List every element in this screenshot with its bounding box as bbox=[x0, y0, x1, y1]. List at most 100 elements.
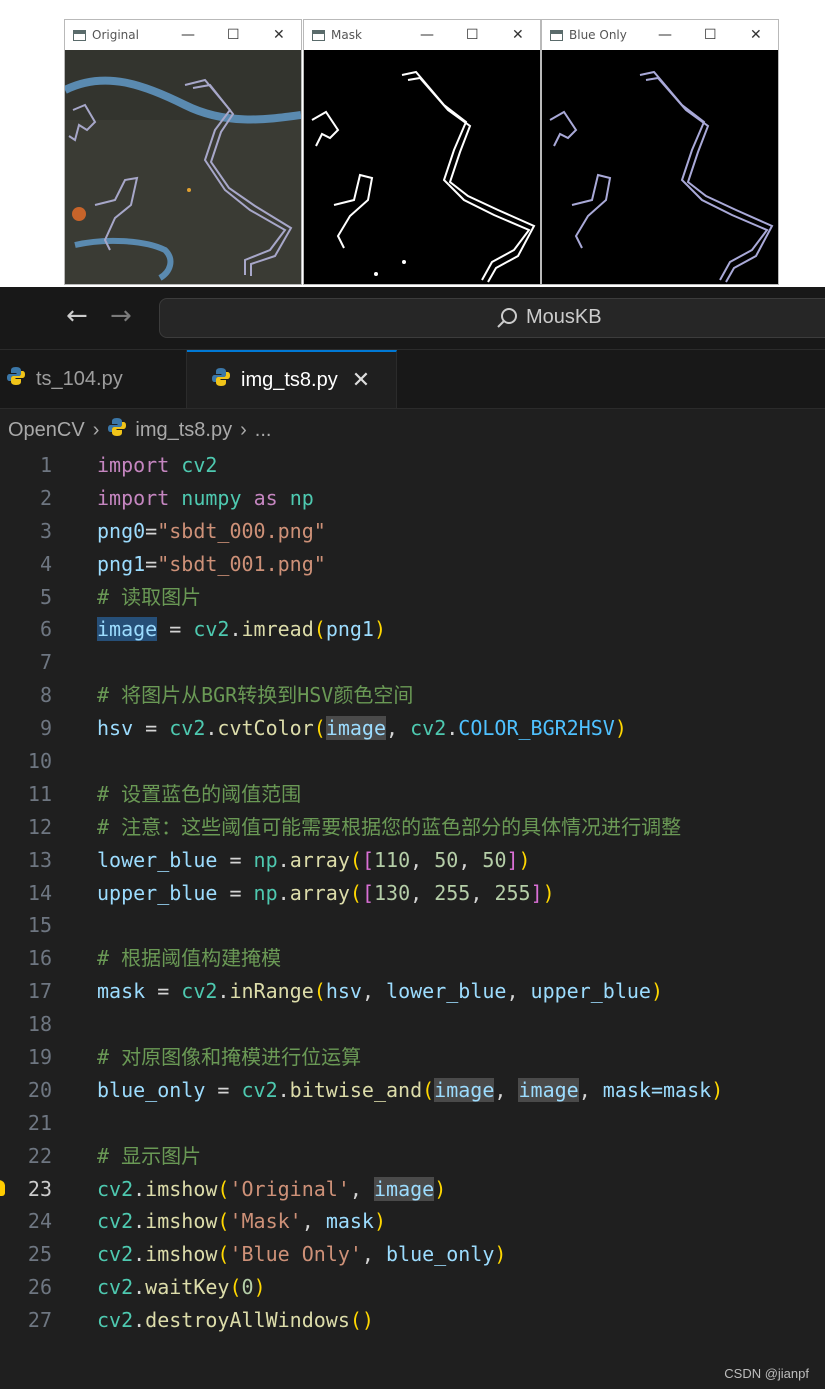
close-button[interactable]: ✕ bbox=[750, 27, 762, 43]
command-center-label: MousKB bbox=[526, 306, 602, 328]
window-app-icon bbox=[73, 29, 86, 41]
blue-only-image bbox=[542, 50, 778, 284]
code-text: mask = cv2.inRange(hsv, lower_blue, uppe… bbox=[97, 979, 664, 1004]
code-line-active[interactable]: 23 cv2.imshow('Original', image) bbox=[0, 1173, 825, 1206]
code-line[interactable]: 24 cv2.imshow('Mask', mask) bbox=[0, 1205, 825, 1238]
code-line[interactable]: 1 import cv2 bbox=[0, 449, 825, 482]
window-titlebar[interactable]: Mask — ☐ ✕ bbox=[304, 20, 540, 50]
maximize-button[interactable]: ☐ bbox=[704, 27, 717, 43]
python-icon bbox=[211, 367, 231, 393]
line-number: 25 bbox=[27, 1242, 52, 1267]
code-line[interactable]: 9 hsv = cv2.cvtColor(image, cv2.COLOR_BGR… bbox=[0, 712, 825, 745]
line-number: 24 bbox=[27, 1209, 52, 1234]
line-number: 16 bbox=[27, 946, 52, 971]
title-bar: ← → MousKB bbox=[0, 287, 825, 350]
window-title: Blue Only bbox=[569, 28, 627, 42]
code-text: cv2.imshow('Blue Only', blue_only) bbox=[97, 1242, 507, 1267]
code-line[interactable]: 10 bbox=[0, 745, 825, 778]
line-number: 26 bbox=[27, 1275, 52, 1300]
code-line[interactable]: 13 lower_blue = np.array([110, 50, 50]) bbox=[0, 844, 825, 877]
code-line[interactable]: 3 png0="sbdt_000.png" bbox=[0, 515, 825, 548]
original-window[interactable]: Original — ☐ ✕ bbox=[64, 19, 302, 285]
blue-only-window[interactable]: Blue Only — ☐ ✕ bbox=[541, 19, 779, 285]
code-line[interactable]: 19 # 对原图像和掩模进行位运算 bbox=[0, 1041, 825, 1074]
code-line[interactable]: 2 import numpy as np bbox=[0, 482, 825, 515]
minimize-button[interactable]: — bbox=[658, 27, 672, 43]
code-text: cv2.waitKey(0) bbox=[97, 1275, 266, 1300]
line-number: 8 bbox=[39, 683, 52, 708]
code-text: cv2.imshow('Mask', mask) bbox=[97, 1209, 387, 1234]
minimize-button[interactable]: — bbox=[420, 27, 434, 43]
mask-window[interactable]: Mask — ☐ ✕ bbox=[303, 19, 541, 285]
code-line[interactable]: 16 # 根据阈值构建掩模 bbox=[0, 942, 825, 975]
code-text: import numpy as np bbox=[97, 485, 314, 510]
code-line[interactable]: 22 # 显示图片 bbox=[0, 1140, 825, 1173]
code-line[interactable]: 7 bbox=[0, 646, 825, 679]
code-line[interactable]: 18 bbox=[0, 1008, 825, 1041]
code-line[interactable]: 8 # 将图片从BGR转换到HSV颜色空间 bbox=[0, 679, 825, 712]
code-line[interactable]: 12 # 注意：这些阈值可能需要根据您的蓝色部分的具体情况进行调整 bbox=[0, 811, 825, 844]
code-line[interactable]: 6 image = cv2.imread(png1) bbox=[0, 613, 825, 646]
line-number: 1 bbox=[39, 453, 52, 477]
code-line[interactable]: 5 # 读取图片 bbox=[0, 581, 825, 614]
back-arrow-icon[interactable]: ← bbox=[66, 303, 88, 329]
maximize-button[interactable]: ☐ bbox=[227, 27, 240, 43]
breadcrumb-folder[interactable]: OpenCV bbox=[8, 419, 85, 442]
forward-arrow-icon[interactable]: → bbox=[110, 303, 132, 329]
window-titlebar[interactable]: Original — ☐ ✕ bbox=[65, 20, 301, 50]
code-text: image = cv2.imread(png1) bbox=[97, 617, 387, 642]
tab-img-ts8[interactable]: img_ts8.py ✕ bbox=[187, 350, 397, 408]
python-icon bbox=[6, 366, 26, 392]
code-line[interactable]: 26 cv2.waitKey(0) bbox=[0, 1271, 825, 1304]
code-text: hsv = cv2.cvtColor(image, cv2.COLOR_BGR2… bbox=[97, 716, 627, 741]
chevron-right-icon: › bbox=[92, 418, 100, 441]
code-line[interactable]: 20 blue_only = cv2.bitwise_and(image, ima… bbox=[0, 1074, 825, 1107]
line-number: 11 bbox=[27, 781, 52, 806]
tab-ts-104[interactable]: ts_104.py bbox=[0, 350, 187, 408]
close-icon[interactable]: ✕ bbox=[352, 367, 370, 393]
code-text: upper_blue = np.array([130, 255, 255]) bbox=[97, 880, 555, 905]
tab-label: ts_104.py bbox=[36, 367, 123, 390]
code-text: cv2.imshow('Original', image) bbox=[97, 1176, 447, 1201]
search-icon bbox=[496, 307, 518, 333]
code-line[interactable]: 14 upper_blue = np.array([130, 255, 255]) bbox=[0, 877, 825, 910]
line-number: 20 bbox=[27, 1077, 52, 1102]
code-text: png0="sbdt_000.png" bbox=[97, 518, 326, 543]
window-title: Original bbox=[92, 28, 139, 42]
code-line[interactable]: 11 # 设置蓝色的阈值范围 bbox=[0, 778, 825, 811]
code-comment: # 设置蓝色的阈值范围 bbox=[97, 781, 302, 806]
code-comment: # 对原图像和掩模进行位运算 bbox=[97, 1045, 362, 1070]
code-line[interactable]: 27 cv2.destroyAllWindows() bbox=[0, 1304, 825, 1337]
line-number: 17 bbox=[27, 979, 52, 1004]
close-button[interactable]: ✕ bbox=[512, 27, 524, 43]
code-area[interactable]: 1 import cv2 2 import numpy as np 3 png0="s… bbox=[0, 449, 825, 1337]
code-line[interactable]: 25 cv2.imshow('Blue Only', blue_only) bbox=[0, 1238, 825, 1271]
line-number: 5 bbox=[39, 584, 52, 609]
code-line[interactable]: 21 bbox=[0, 1107, 825, 1140]
line-number: 27 bbox=[27, 1308, 52, 1333]
line-number: 3 bbox=[39, 518, 52, 543]
close-button[interactable]: ✕ bbox=[273, 27, 285, 43]
line-number: 4 bbox=[39, 551, 52, 576]
code-line[interactable]: 15 bbox=[0, 909, 825, 942]
command-center[interactable]: MousKB bbox=[159, 298, 825, 338]
window-app-icon bbox=[312, 29, 325, 41]
breadcrumb: OpenCV › img_ts8.py › ... bbox=[8, 415, 271, 445]
breadcrumb-file[interactable]: img_ts8.py bbox=[135, 419, 232, 442]
line-number: 15 bbox=[27, 913, 52, 938]
line-number: 18 bbox=[27, 1012, 52, 1037]
watermark: CSDN @jianpf bbox=[724, 1366, 809, 1381]
tab-bar: ts_104.py img_ts8.py ✕ bbox=[0, 350, 825, 409]
chevron-right-icon: › bbox=[240, 418, 247, 441]
line-number: 23 bbox=[27, 1176, 52, 1201]
code-line[interactable]: 4 png1="sbdt_001.png" bbox=[0, 548, 825, 581]
line-number: 10 bbox=[27, 749, 52, 774]
line-number: 14 bbox=[27, 880, 52, 905]
minimize-button[interactable]: — bbox=[181, 27, 195, 43]
maximize-button[interactable]: ☐ bbox=[466, 27, 479, 43]
code-text: lower_blue = np.array([110, 50, 50]) bbox=[97, 847, 531, 872]
line-number: 21 bbox=[27, 1110, 52, 1135]
window-titlebar[interactable]: Blue Only — ☐ ✕ bbox=[542, 20, 778, 50]
code-line[interactable]: 17 mask = cv2.inRange(hsv, lower_blue, up… bbox=[0, 975, 825, 1008]
breadcrumb-more[interactable]: ... bbox=[255, 419, 272, 442]
